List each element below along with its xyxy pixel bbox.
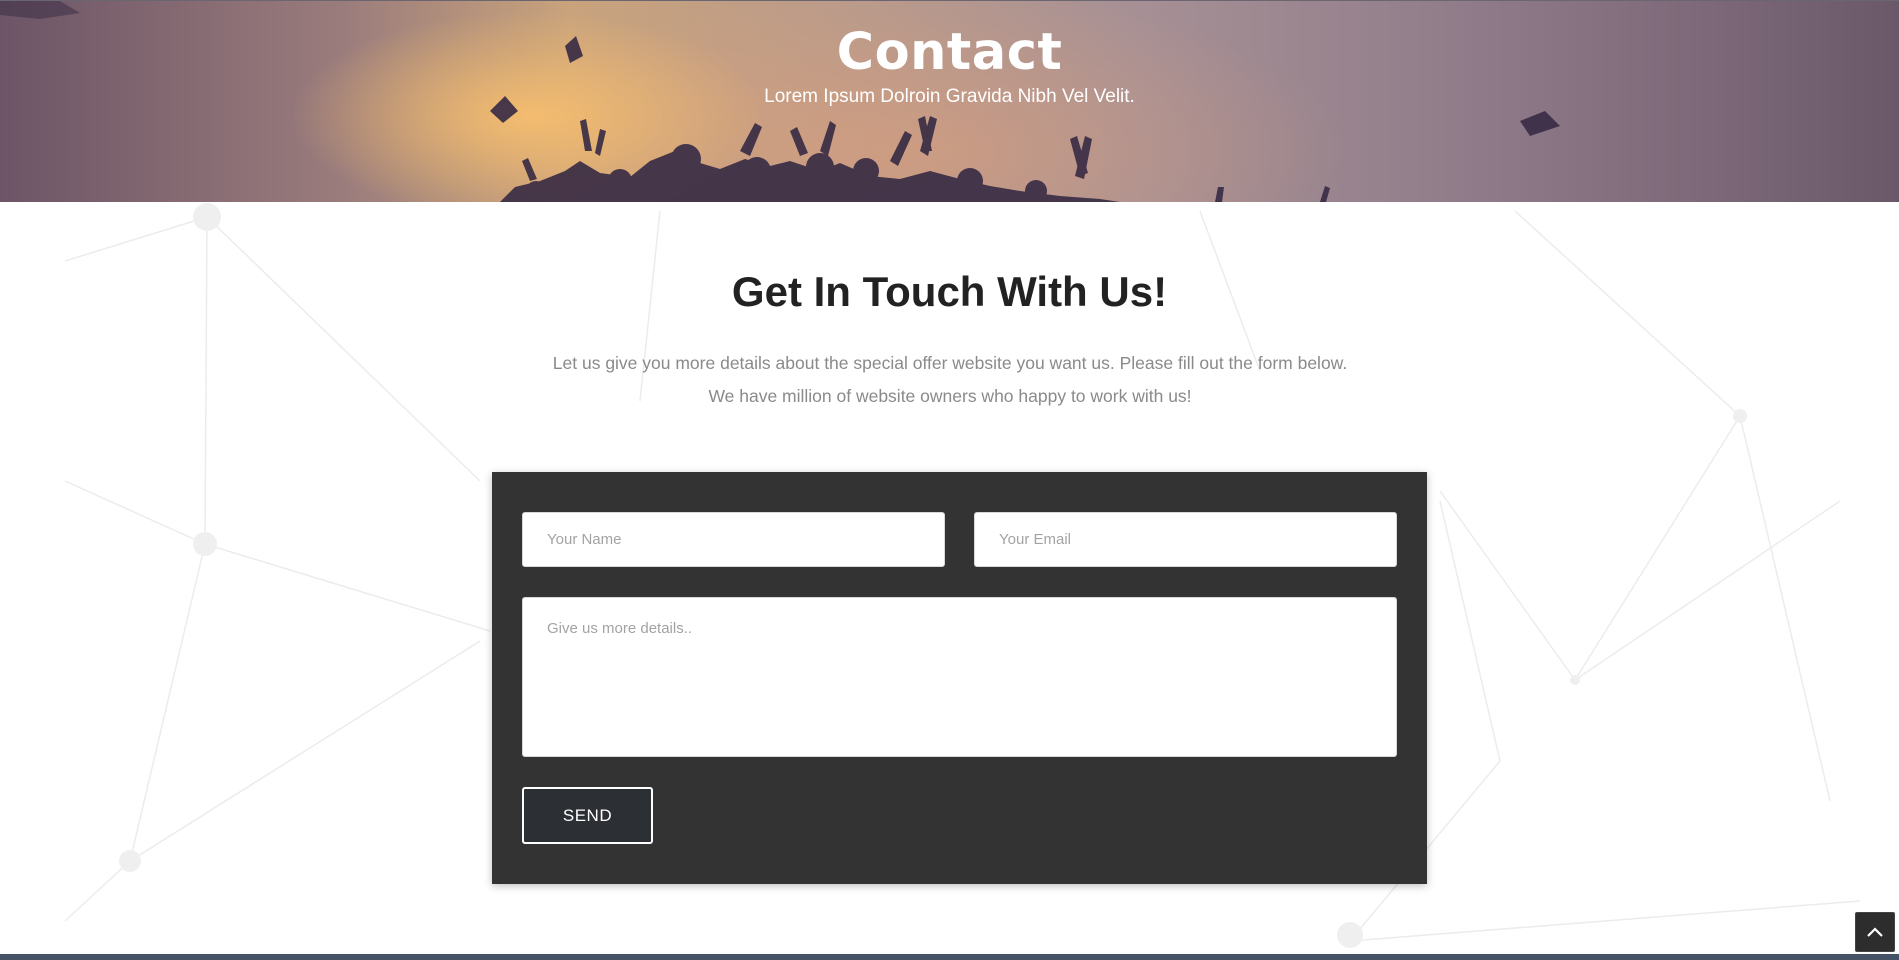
details-textarea[interactable] (522, 597, 1397, 757)
send-button[interactable]: SEND (522, 787, 653, 844)
email-input[interactable] (974, 512, 1397, 567)
contact-form: SEND (492, 472, 1427, 884)
footer-strip (0, 954, 1899, 960)
page-title: Contact (836, 23, 1063, 82)
description-line: Let us give you more details about the s… (552, 353, 1348, 373)
scroll-to-top-button[interactable] (1855, 912, 1895, 952)
section-heading: Get In Touch With Us! (731, 268, 1168, 315)
description-line: We have million of website owners who ha… (708, 386, 1192, 406)
name-input[interactable] (522, 512, 945, 567)
chevron-up-icon (1867, 927, 1883, 937)
page-subtitle: Lorem Ipsum Dolroin Gravida Nibh Vel Vel… (764, 86, 1135, 107)
section-description: Let us give you more details about the s… (500, 347, 1400, 413)
hero-banner: Contact Lorem Ipsum Dolroin Gravida Nibh… (0, 0, 1899, 202)
